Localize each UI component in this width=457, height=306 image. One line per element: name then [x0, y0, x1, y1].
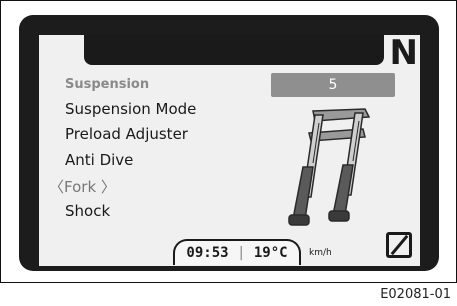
clock-time: 09:53	[186, 245, 229, 261]
speed-unit: km/h	[309, 248, 332, 258]
section-title: Suspension	[65, 77, 150, 92]
selected-value-box: 5	[271, 73, 395, 97]
tft-screen: N Suspension 5 Suspension Mode Preload A…	[39, 35, 420, 266]
menu-item-anti-dive[interactable]: Anti Dive	[65, 151, 133, 169]
menu-item-preload-adjuster[interactable]: Preload Adjuster	[65, 125, 188, 143]
chevron-left-icon: 〈	[49, 178, 65, 196]
top-status-bar	[84, 35, 384, 65]
ride-mode-icon	[386, 232, 412, 258]
menu-item-shock[interactable]: Shock	[65, 202, 110, 220]
status-separator: |	[237, 245, 246, 261]
chevron-right-icon: 〉	[100, 178, 116, 196]
ambient-temperature: 19°C	[253, 245, 288, 261]
menu-item-suspension-mode[interactable]: Suspension Mode	[65, 100, 196, 118]
figure-code: E02081-01	[380, 287, 451, 302]
time-temperature-display: 09:53 | 19°C	[173, 239, 301, 265]
figure-frame: N Suspension 5 Suspension Mode Preload A…	[0, 0, 457, 283]
menu-item-label: Fork	[64, 178, 97, 196]
menu-item-fork[interactable]: 〈Fork 〉	[49, 176, 116, 197]
suspension-fork-icon	[288, 108, 371, 226]
gear-indicator: N	[389, 35, 418, 73]
